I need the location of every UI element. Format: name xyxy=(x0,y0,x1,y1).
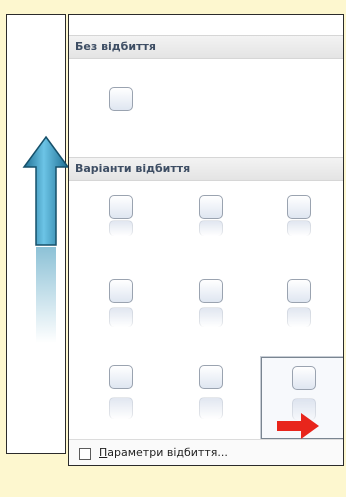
thumbnail-square xyxy=(287,279,311,303)
thumbnail-square xyxy=(199,195,223,219)
reflection-option-1[interactable] xyxy=(105,195,137,251)
section-header-reflection-variants: Варіанти відбиття xyxy=(69,157,343,181)
reflection-option-7[interactable] xyxy=(105,365,137,421)
thumbnail-square xyxy=(109,365,133,389)
reflection-options-checkbox[interactable] xyxy=(79,448,91,460)
reflection-option-none[interactable] xyxy=(105,87,137,143)
thumbnail-reflection xyxy=(199,397,223,419)
reflection-gallery: Без відбиття Варіанти відбиття Параметри… xyxy=(68,14,344,466)
resize-grip[interactable]: .... xyxy=(199,462,213,465)
up-arrow-icon xyxy=(22,135,70,343)
reflection-option-3[interactable] xyxy=(283,195,315,251)
reflection-option-2[interactable] xyxy=(195,195,227,251)
reflection-option-5[interactable] xyxy=(195,279,227,335)
thumbnail-reflection xyxy=(109,220,133,236)
thumbnail-square xyxy=(287,195,311,219)
thumbnail-reflection xyxy=(287,307,311,327)
gallery-footer: Параметри відбиття... .... xyxy=(69,439,343,465)
thumbnail-square xyxy=(292,366,316,390)
reflection-option-6[interactable] xyxy=(283,279,315,335)
thumbnail-square xyxy=(109,195,133,219)
reflection-option-8[interactable] xyxy=(195,365,227,421)
footer-label-text: араметри відбиття... xyxy=(107,446,228,459)
section-header-no-reflection: Без відбиття xyxy=(69,35,343,59)
reflection-option-4[interactable] xyxy=(105,279,137,335)
thumbnail-reflection xyxy=(199,307,223,327)
reflection-illustration-frame xyxy=(6,14,70,454)
thumbnail-reflection xyxy=(199,220,223,236)
thumbnail-square xyxy=(109,279,133,303)
red-pointer-arrow-icon xyxy=(277,413,319,439)
thumbnail-reflection xyxy=(287,220,311,236)
thumbnail-square xyxy=(109,87,133,111)
thumbnail-square xyxy=(199,279,223,303)
reflection-options-link[interactable]: Параметри відбиття... xyxy=(99,446,228,459)
thumbnail-reflection xyxy=(109,307,133,327)
thumbnail-reflection xyxy=(109,397,133,419)
thumbnail-square xyxy=(199,365,223,389)
